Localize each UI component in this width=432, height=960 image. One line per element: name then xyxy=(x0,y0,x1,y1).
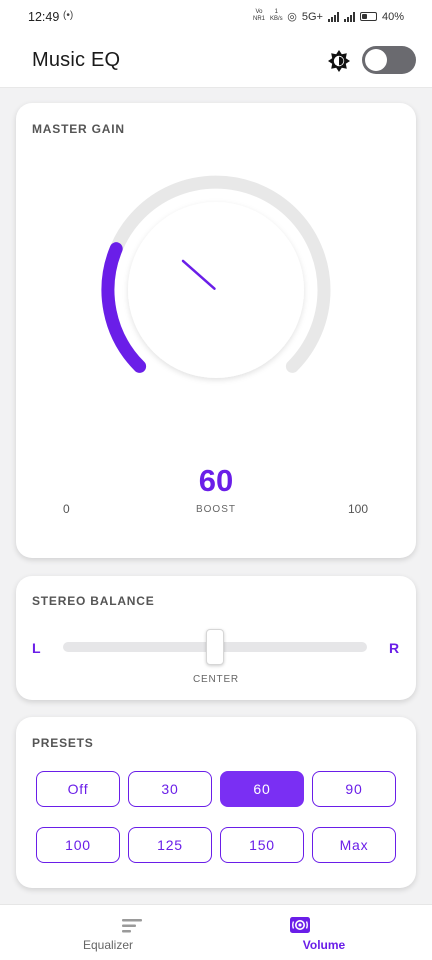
nav-volume-label: Volume xyxy=(302,938,346,952)
gain-knob[interactable] xyxy=(16,103,416,463)
presets-card: PRESETS Off 30 60 90 100 125 150 Max xyxy=(16,717,416,888)
balance-slider-thumb[interactable] xyxy=(206,629,224,665)
preset-off-button[interactable]: Off xyxy=(36,771,120,807)
nav-equalizer-label: Equalizer xyxy=(82,938,134,952)
preset-max-button[interactable]: Max xyxy=(312,827,396,863)
status-time: 12:49 xyxy=(28,10,60,24)
battery-percent: 40% xyxy=(381,10,404,23)
balance-left-label: L xyxy=(32,640,41,656)
gain-min-label: 0 xyxy=(63,502,70,516)
master-gain-card: MASTER GAIN 60 BOOST 0 100 xyxy=(16,103,416,558)
preset-150-button[interactable]: 150 xyxy=(220,827,304,863)
status-bar: 12:49 (•) Vo NR1 1 KB/s ◎ 5G+ 40% xyxy=(0,0,432,34)
stereo-balance-card: STEREO BALANCE L R CENTER xyxy=(16,576,416,700)
preset-60-button[interactable]: 60 xyxy=(220,771,304,807)
gain-value: 60 xyxy=(198,463,234,498)
gain-max-label: 100 xyxy=(348,502,369,516)
preset-100-button[interactable]: 100 xyxy=(36,827,120,863)
stereo-balance-title: STEREO BALANCE xyxy=(32,594,155,608)
hotspot-icon: (•) xyxy=(63,10,74,21)
speed-label: 1 KB/s xyxy=(270,9,283,22)
balance-position-label: CENTER xyxy=(193,674,239,685)
toggle-knob xyxy=(365,49,387,71)
nav-equalizer[interactable]: Equalizer xyxy=(0,905,216,960)
status-right: ◎ 5G+ 40% xyxy=(287,10,404,24)
preset-30-button[interactable]: 30 xyxy=(128,771,212,807)
app-title: Music EQ xyxy=(32,49,121,71)
battery-icon xyxy=(359,12,377,21)
dark-mode-toggle[interactable] xyxy=(362,46,416,74)
balance-right-label: R xyxy=(389,640,400,656)
gain-knob-face[interactable] xyxy=(128,202,304,378)
signal-icon-2 xyxy=(343,11,355,22)
presets-title: PRESETS xyxy=(32,736,94,750)
network-label: Vo NR1 xyxy=(253,9,266,22)
hotspot-wifi-icon: ◎ xyxy=(287,11,297,23)
bottom-nav: Equalizer Volume xyxy=(0,904,432,960)
signal-icon xyxy=(327,11,339,22)
equalizer-icon xyxy=(122,919,142,933)
network-type: 5G+ xyxy=(301,10,323,23)
nav-volume[interactable]: Volume xyxy=(216,905,432,960)
preset-125-button[interactable]: 125 xyxy=(128,827,212,863)
volume-icon xyxy=(290,917,310,933)
preset-90-button[interactable]: 90 xyxy=(312,771,396,807)
brightness-icon[interactable] xyxy=(327,49,351,73)
app-bar: Music EQ xyxy=(0,34,432,88)
